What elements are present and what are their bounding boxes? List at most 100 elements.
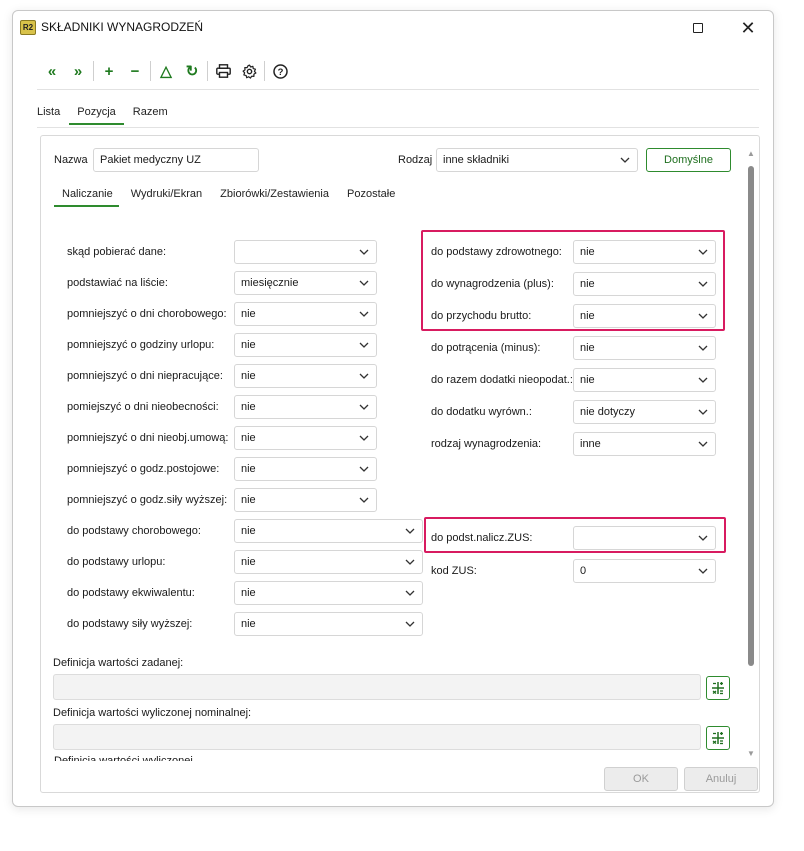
subtab-wydruki-ekran[interactable]: Wydruki/Ekran xyxy=(131,188,202,207)
toolbar-separator xyxy=(150,61,151,81)
toolbar-separator xyxy=(93,61,94,81)
sick-days-select[interactable]: nie xyxy=(234,302,377,326)
default-button[interactable]: Domyślne xyxy=(646,148,731,172)
subtab-pozostale[interactable]: Pozostałe xyxy=(347,188,395,207)
vacation-hours-select[interactable]: nie xyxy=(234,333,377,357)
select-value: nie xyxy=(580,374,595,386)
last-icon: » xyxy=(73,62,83,80)
field-label: do podstawy ekwiwalentu: xyxy=(67,587,195,599)
substitute-select[interactable]: miesięcznie xyxy=(234,271,377,295)
field-label: pomniejszyć o dni niepracujące: xyxy=(67,370,223,382)
toolbar: « » + − △ ↻ ? xyxy=(39,59,293,83)
nominal-value-editor-button[interactable] xyxy=(706,726,730,750)
untaxed-allowances-select[interactable]: nie xyxy=(573,368,716,392)
chevron-down-icon xyxy=(698,533,708,543)
field-label: do podst.nalicz.ZUS: xyxy=(431,532,533,544)
help-button[interactable]: ? xyxy=(267,59,293,83)
chevron-down-icon xyxy=(405,588,415,598)
chevron-down-icon xyxy=(359,495,369,505)
ok-button[interactable]: OK xyxy=(604,767,678,791)
field-label: skąd pobierać dane: xyxy=(67,246,167,258)
tabs-divider xyxy=(37,127,759,128)
chevron-down-icon xyxy=(359,371,369,381)
refresh-button[interactable]: ↻ xyxy=(179,59,205,83)
zus-base-select[interactable] xyxy=(573,526,716,550)
force-majeure-hours-select[interactable]: nie xyxy=(234,488,377,512)
position-panel: Nazwa Pakiet medyczny UZ Rodzaj inne skł… xyxy=(40,135,760,793)
nonworking-days-select[interactable]: nie xyxy=(234,364,377,388)
help-icon: ? xyxy=(272,63,288,79)
zus-code-select[interactable]: 0 xyxy=(573,559,716,583)
nominal-value-field[interactable] xyxy=(53,724,701,750)
tab-lista[interactable]: Lista xyxy=(37,106,60,125)
chevron-down-icon xyxy=(698,407,708,417)
vertical-scrollbar[interactable]: ▲ ▼ xyxy=(746,150,756,760)
last-record-button[interactable]: » xyxy=(65,59,91,83)
uncovered-days-select[interactable]: nie xyxy=(234,426,377,450)
scroll-thumb[interactable] xyxy=(748,166,754,666)
salary-type-select[interactable]: inne xyxy=(573,432,716,456)
maximize-icon xyxy=(693,23,703,33)
field-label: kod ZUS: xyxy=(431,565,477,577)
salary-plus-select[interactable]: nie xyxy=(573,272,716,296)
set-value-editor-button[interactable] xyxy=(706,676,730,700)
tab-pozycja[interactable]: Pozycja xyxy=(69,106,124,125)
force-majeure-base-select[interactable]: nie xyxy=(234,612,423,636)
name-input[interactable]: Pakiet medyczny UZ xyxy=(93,148,259,172)
field-label: do razem dodatki nieopodat.: xyxy=(431,374,573,386)
maximize-button[interactable] xyxy=(678,15,718,41)
type-select[interactable]: inne składniki xyxy=(436,148,638,172)
first-record-button[interactable]: « xyxy=(39,59,65,83)
subtab-naliczanie[interactable]: Naliczanie xyxy=(54,188,119,207)
formula-icon xyxy=(712,682,724,695)
gross-income-select[interactable]: nie xyxy=(573,304,716,328)
idle-hours-select[interactable]: nie xyxy=(234,457,377,481)
chevron-down-icon xyxy=(698,247,708,257)
remove-button[interactable]: − xyxy=(122,59,148,83)
add-button[interactable]: + xyxy=(96,59,122,83)
scroll-down-icon[interactable]: ▼ xyxy=(746,750,756,758)
health-base-select[interactable]: nie xyxy=(573,240,716,264)
equivalent-base-select[interactable]: nie xyxy=(234,581,423,605)
triangle-button[interactable]: △ xyxy=(153,59,179,83)
toolbar-separator xyxy=(264,61,265,81)
scroll-up-icon[interactable]: ▲ xyxy=(746,150,756,158)
select-value: nie xyxy=(580,310,595,322)
select-value: nie xyxy=(241,525,256,537)
name-label: Nazwa xyxy=(54,154,88,166)
sick-base-select[interactable]: nie xyxy=(234,519,423,543)
absence-days-select[interactable]: nie xyxy=(234,395,377,419)
select-value: nie xyxy=(241,556,256,568)
field-label: do przychodu brutto: xyxy=(431,310,532,322)
type-label: Rodzaj xyxy=(398,154,433,166)
close-icon: ✕ xyxy=(740,17,756,38)
source-select[interactable] xyxy=(234,240,377,264)
set-value-field[interactable] xyxy=(53,674,701,700)
set-value-label: Definicja wartości zadanej: xyxy=(53,657,184,669)
field-label: pomniejszyć o dni nieobj.umową: xyxy=(67,432,229,444)
svg-text:?: ? xyxy=(277,67,283,78)
chevron-down-icon xyxy=(620,155,630,165)
settings-icon xyxy=(242,64,256,79)
select-value: nie dotyczy xyxy=(580,406,636,418)
settings-button[interactable] xyxy=(236,59,262,83)
chevron-down-icon xyxy=(359,340,369,350)
select-value: miesięcznie xyxy=(241,277,299,289)
print-button[interactable] xyxy=(210,59,236,83)
nominal-value-label: Definicja wartości wyliczonej nominalnej… xyxy=(53,707,252,719)
chevron-down-icon xyxy=(405,619,415,629)
field-label: rodzaj wynagrodzenia: xyxy=(431,438,542,450)
tab-razem[interactable]: Razem xyxy=(133,106,168,125)
equalization-select[interactable]: nie dotyczy xyxy=(573,400,716,424)
select-value: nie xyxy=(241,618,256,630)
vacation-base-select[interactable]: nie xyxy=(234,550,423,574)
deduction-minus-select[interactable]: nie xyxy=(573,336,716,360)
chevron-down-icon xyxy=(698,279,708,289)
chevron-down-icon xyxy=(405,526,415,536)
cancel-button[interactable]: Anuluj xyxy=(684,767,758,791)
field-label: do podstawy zdrowotnego: xyxy=(431,246,562,258)
subtab-zbiorowki[interactable]: Zbiorówki/Zestawienia xyxy=(220,188,329,207)
close-button[interactable]: ✕ xyxy=(728,15,768,41)
select-value: inne xyxy=(580,438,601,450)
select-value: nie xyxy=(241,339,256,351)
